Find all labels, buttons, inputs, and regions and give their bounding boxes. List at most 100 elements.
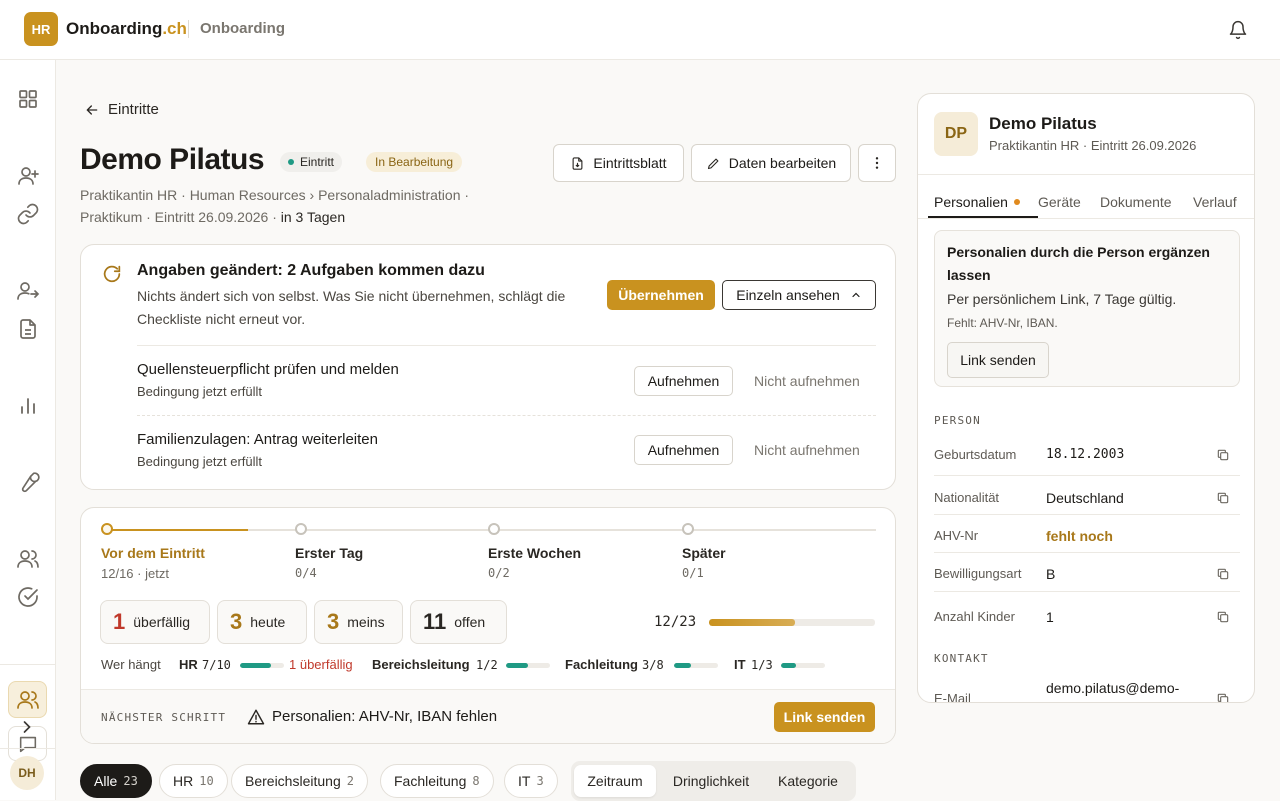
copy-icon[interactable] [1216,692,1230,702]
phase-dot[interactable] [682,523,694,535]
group-progress-bar [781,663,825,668]
copy-icon[interactable] [1216,610,1230,624]
app-logo[interactable]: HR [24,12,58,46]
phase-title[interactable]: Erster Tag [295,545,363,561]
skip-task-button[interactable]: Nicht aufnehmen [754,442,860,458]
divider [918,218,1254,219]
copy-icon[interactable] [1216,448,1230,462]
field-value: 1 [1046,609,1054,625]
stat-overdue[interactable]: 1 überfällig [100,600,210,644]
group-progress-bar [240,663,284,668]
phase-title[interactable]: Vor dem Eintritt [101,545,205,561]
filter-count: 3 [536,774,544,788]
dashboard-icon[interactable] [16,87,40,111]
group-count: 7/10 [202,658,231,672]
overall-progress-bar [709,619,875,626]
section-person: PERSON [934,414,981,427]
sort-kategorie[interactable]: Kategorie [765,765,851,797]
accept-all-button[interactable]: Übernehmen [607,280,715,310]
stat-today[interactable]: 3 heute [217,600,307,644]
user-avatar[interactable]: DH [10,756,44,790]
tab-dokumente[interactable]: Dokumente [1100,194,1172,210]
stat-mine[interactable]: 3 meins [314,600,403,644]
send-link-button[interactable]: Link senden [774,702,875,732]
group-name[interactable]: HR [179,657,198,672]
back-link[interactable]: Eintritte [84,101,159,118]
divider [934,475,1240,476]
request-sub: Per persönlichem Link, 7 Tage gültig. [947,291,1177,307]
request-title: Personalien durch die Person ergänzen la… [947,244,1210,283]
filter-count: 8 [472,774,480,788]
field-label: Geburtsdatum [934,447,1017,462]
group-overdue[interactable]: 1 überfällig [289,657,353,672]
field-label: AHV-Nr [934,528,979,543]
brand-suffix: .ch [162,19,187,38]
copy-icon[interactable] [1216,567,1230,581]
tab-verlauf[interactable]: Verlauf [1193,194,1237,210]
change-item-title: Quellensteuerpflicht prüfen und melden [137,361,399,378]
sort-dringlichkeit[interactable]: Dringlichkeit [659,765,763,797]
tab-geraete[interactable]: Geräte [1038,194,1081,210]
filter-label: Alle [94,773,118,789]
check-circle-icon[interactable] [16,585,40,609]
panel-send-link-button[interactable]: Link senden [947,342,1049,378]
filter-bereichsleitung[interactable]: Bereichsleitung 2 [231,764,368,798]
document-icon[interactable] [16,317,40,341]
filter-hr[interactable]: HR 10 [159,764,228,798]
edit-data-button[interactable]: Daten bearbeiten [691,144,851,182]
add-task-button[interactable]: Aufnehmen [634,366,733,396]
offboarding-icon[interactable] [16,279,40,303]
overall-progress-fill [709,619,796,626]
link-icon[interactable] [16,202,40,226]
group-progress-fill [674,663,691,668]
more-options-button[interactable] [858,144,896,182]
phase-dot[interactable] [488,523,500,535]
group-progress-fill [781,663,796,668]
field-value-missing[interactable]: fehlt noch [1046,528,1113,544]
group-name[interactable]: Bereichsleitung [372,657,470,672]
stat-number: 3 [230,609,243,634]
stat-label: heute [250,614,286,630]
entry-sheet-button[interactable]: Eintrittsblatt [553,144,684,182]
team-icon[interactable] [16,547,40,571]
chart-icon[interactable] [16,393,40,417]
phase-dot[interactable] [295,523,307,535]
divider [918,174,1254,175]
sidebar: DH [0,60,56,800]
stat-label: überfällig [133,614,191,630]
group-name[interactable]: IT [734,657,746,672]
add-task-button[interactable]: Aufnehmen [634,435,733,465]
person-name: Demo Pilatus [989,114,1097,133]
tab-label: Personalien [934,194,1008,210]
warning-icon [247,708,265,726]
status-badge: In Bearbeitung [366,152,463,172]
brand-name[interactable]: Onboarding.ch [66,19,187,39]
filter-count: 23 [123,774,138,788]
group-name[interactable]: Fachleitung [565,657,638,672]
people-icon [16,688,40,712]
change-item-title: Familienzulagen: Antrag weiterleiten [137,431,378,448]
filter-label: Fachleitung [394,773,467,789]
phase-title[interactable]: Später [682,545,726,561]
filter-all[interactable]: Alle 23 [80,764,152,798]
people-nav-active[interactable] [8,681,47,718]
skip-task-button[interactable]: Nicht aufnehmen [754,373,860,389]
edit-data-label: Daten bearbeiten [728,155,837,171]
wrench-icon[interactable] [16,470,40,494]
review-individually-button[interactable]: Einzeln ansehen [722,280,876,310]
phase-sub: 12/16 · jetzt [101,566,169,581]
phase-dot-active[interactable] [101,523,113,535]
bell-icon[interactable] [1228,20,1248,40]
expand-sidebar-icon[interactable] [17,717,37,737]
field-label: E-Mail [934,691,971,703]
tab-personalien[interactable]: Personalien [934,194,1020,210]
sort-zeitraum[interactable]: Zeitraum [574,765,656,797]
phase-title[interactable]: Erste Wochen [488,545,581,561]
next-step-label: NÄCHSTER SCHRITT [101,711,227,724]
filter-it[interactable]: IT 3 [504,764,558,798]
copy-icon[interactable] [1216,491,1230,505]
add-user-icon[interactable] [16,164,40,188]
group-progress-fill [240,663,271,668]
filter-fachleitung[interactable]: Fachleitung 8 [380,764,494,798]
stat-open[interactable]: 11 offen [410,600,507,644]
